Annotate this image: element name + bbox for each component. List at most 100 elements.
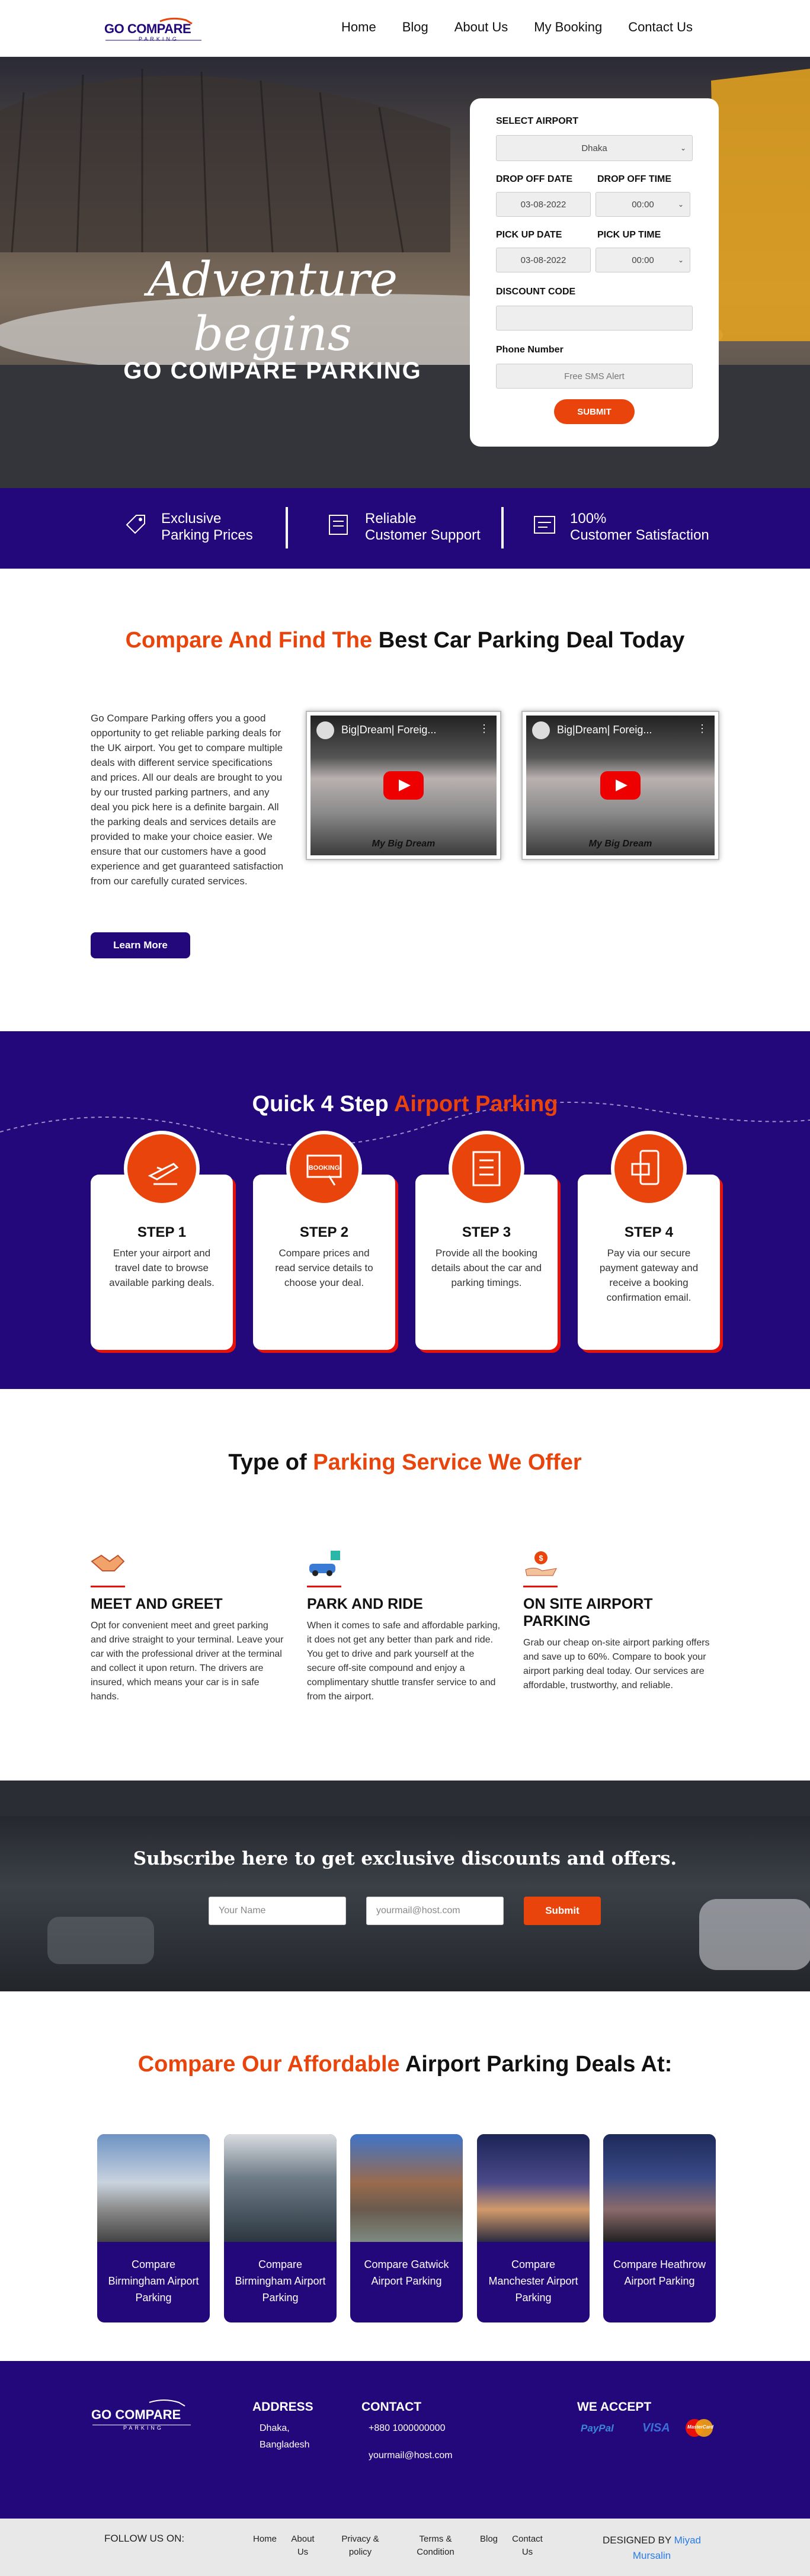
footer-link-blog[interactable]: Blog [474,2533,504,2546]
airport-select[interactable]: Dhaka ⌄ [496,135,693,161]
divider [286,507,288,548]
discount-label: DISCOUNT CODE [496,287,576,297]
pickup-time-value: 00:00 [632,255,654,265]
step-title: STEP 1 [137,1224,187,1240]
hero-title-line1: Adventure [147,252,398,307]
discount-input[interactable] [496,306,693,331]
footer-link-home[interactable]: Home [251,2533,278,2546]
dropoff-date-input[interactable]: 03-08-2022 [496,192,591,217]
feature-line2: Customer Satisfaction [570,527,709,543]
pickup-date-input[interactable]: 03-08-2022 [496,248,591,272]
learn-more-button[interactable]: Learn More [91,932,190,958]
airport-image [477,2134,590,2242]
parking-hand-icon: $ [525,1551,557,1576]
contact-email[interactable]: yourmail@host.com [369,2447,453,2464]
deal-label: Compare Gatwick Airport Parking [364,2259,449,2287]
airport-select-value: Dhaka [581,143,607,153]
svg-text:BOOKING: BOOKING [309,1165,340,1172]
footer-link-terms[interactable]: Terms & Condition [409,2533,462,2559]
compare-heading: Compare And Find The Best Car Parking De… [0,628,810,653]
mastercard-icon: MasterCard [683,2418,716,2438]
support-icon [329,515,348,535]
svg-text:$: $ [539,1554,543,1563]
service-title: MEET AND GREET [91,1596,223,1612]
footer-logo[interactable]: GO COMPARE PARKING [90,2398,196,2433]
more-icon[interactable]: ⋮ [697,723,707,735]
video-player[interactable]: Big|Dream| Foreig... ⋮ My Big Dream [521,711,719,860]
channel-avatar [316,721,334,739]
nav-about[interactable]: About Us [454,20,508,35]
service-onsite: $ ON SITE AIRPORT PARKING Grab our cheap… [523,1550,719,1693]
booking-icon: BOOKING [286,1131,362,1207]
video-player[interactable]: Big|Dream| Foreig... ⋮ My Big Dream [306,711,501,860]
contact-phone[interactable]: +880 1000000000 [369,2420,445,2437]
footer-link-about[interactable]: About Us [288,2533,318,2559]
airport-image [603,2134,716,2242]
heading-orange: Compare Our Affordable [137,2052,400,2077]
service-text: Grab our cheap on-site airport parking o… [523,1638,710,1690]
video-caption: My Big Dream [372,839,436,849]
step-card: BOOKING STEP 2 Compare prices and read s… [253,1131,395,1350]
heading-dark: Best Car Parking Deal Today [378,628,685,653]
step-text: Pay via our secure payment gateway and r… [599,1247,699,1303]
service-text: When it comes to safe and affordable par… [307,1621,501,1702]
deal-label: Compare Manchester Airport Parking [488,2259,578,2304]
name-input[interactable]: Your Name [209,1897,346,1925]
feature-satisfaction: 100% Customer Satisfaction [570,511,709,544]
logo[interactable]: GO COMPARE PARKING [103,15,204,44]
footer-link-contact[interactable]: Contact Us [511,2533,544,2559]
nav-contact[interactable]: Contact Us [628,20,693,35]
hero-subtitle: GO COMPARE PARKING [123,358,422,384]
hero-title-line2: begins [193,306,352,361]
nav-my-booking[interactable]: My Booking [534,20,602,35]
pickup-time-label: PICK UP TIME [597,230,661,240]
dropoff-time-select[interactable]: 00:00 ⌄ [596,192,690,217]
satisfaction-icon [534,516,555,534]
compare-paragraph: Go Compare Parking offers you a good opp… [91,713,284,887]
plane-icon [124,1131,200,1207]
step-text: Enter your airport and travel date to br… [109,1247,214,1288]
deal-card[interactable]: Compare Birmingham Airport Parking [97,2134,210,2322]
deal-label: Compare Birmingham Airport Parking [108,2259,199,2304]
contact-heading: CONTACT [361,2400,422,2414]
youtube-play-icon[interactable] [383,771,424,800]
visa-icon: VISA [642,2421,670,2434]
airport-label: SELECT AIRPORT [496,116,578,126]
email-input[interactable]: yourmail@host.com [366,1897,504,1925]
subscribe-submit-button[interactable]: Submit [524,1897,601,1925]
deal-card[interactable]: Compare Heathrow Airport Parking [603,2134,716,2322]
nav-blog[interactable]: Blog [402,20,428,35]
dropoff-time-label: DROP OFF TIME [597,174,672,184]
nav-home[interactable]: Home [341,20,376,35]
deal-card[interactable]: Compare Birmingham Airport Parking [224,2134,337,2322]
subscribe-section: Subscribe here to get exclusive discount… [0,1781,810,1991]
footer: GO COMPARE PARKING ADDRESS Dhaka, Bangla… [0,2361,810,2519]
feature-reliable-support: Reliable Customer Support [365,511,481,544]
step-card: STEP 1 Enter your airport and travel dat… [91,1131,233,1350]
service-text: Opt for convenient meet and greet parkin… [91,1621,284,1702]
more-icon[interactable]: ⋮ [479,723,489,735]
deal-card[interactable]: Compare Manchester Airport Parking [477,2134,590,2322]
step-card: STEP 4 Pay via our secure payment gatewa… [578,1131,720,1350]
deal-card[interactable]: Compare Gatwick Airport Parking [350,2134,463,2322]
chevron-down-icon: ⌄ [677,200,684,208]
feature-line1: Exclusive [161,511,222,527]
handshake-icon [91,1554,125,1571]
phone-input[interactable]: Free SMS Alert [496,364,693,389]
heading-orange: Airport Parking [393,1092,558,1117]
pickup-time-select[interactable]: 00:00 ⌄ [596,248,690,272]
address-line2: Bangladesh [260,2440,310,2450]
main-nav: Home Blog About Us My Booking Contact Us [341,20,719,35]
footer-link-privacy[interactable]: Privacy & policy [335,2533,385,2559]
address-heading: ADDRESS [252,2400,313,2414]
youtube-play-icon[interactable] [600,771,641,800]
services-heading: Type of Parking Service We Offer [0,1450,810,1475]
follow-label: FOLLOW US ON: [104,2533,185,2544]
underline [91,1586,125,1587]
heading-dark: Quick 4 Step [252,1092,389,1117]
step-card: STEP 3 Provide all the booking details a… [415,1131,558,1350]
submit-button[interactable]: SUBMIT [554,399,635,424]
chevron-down-icon: ⌄ [677,256,684,264]
dropoff-date-label: DROP OFF DATE [496,174,573,184]
phone-label: Phone Number [496,345,564,355]
